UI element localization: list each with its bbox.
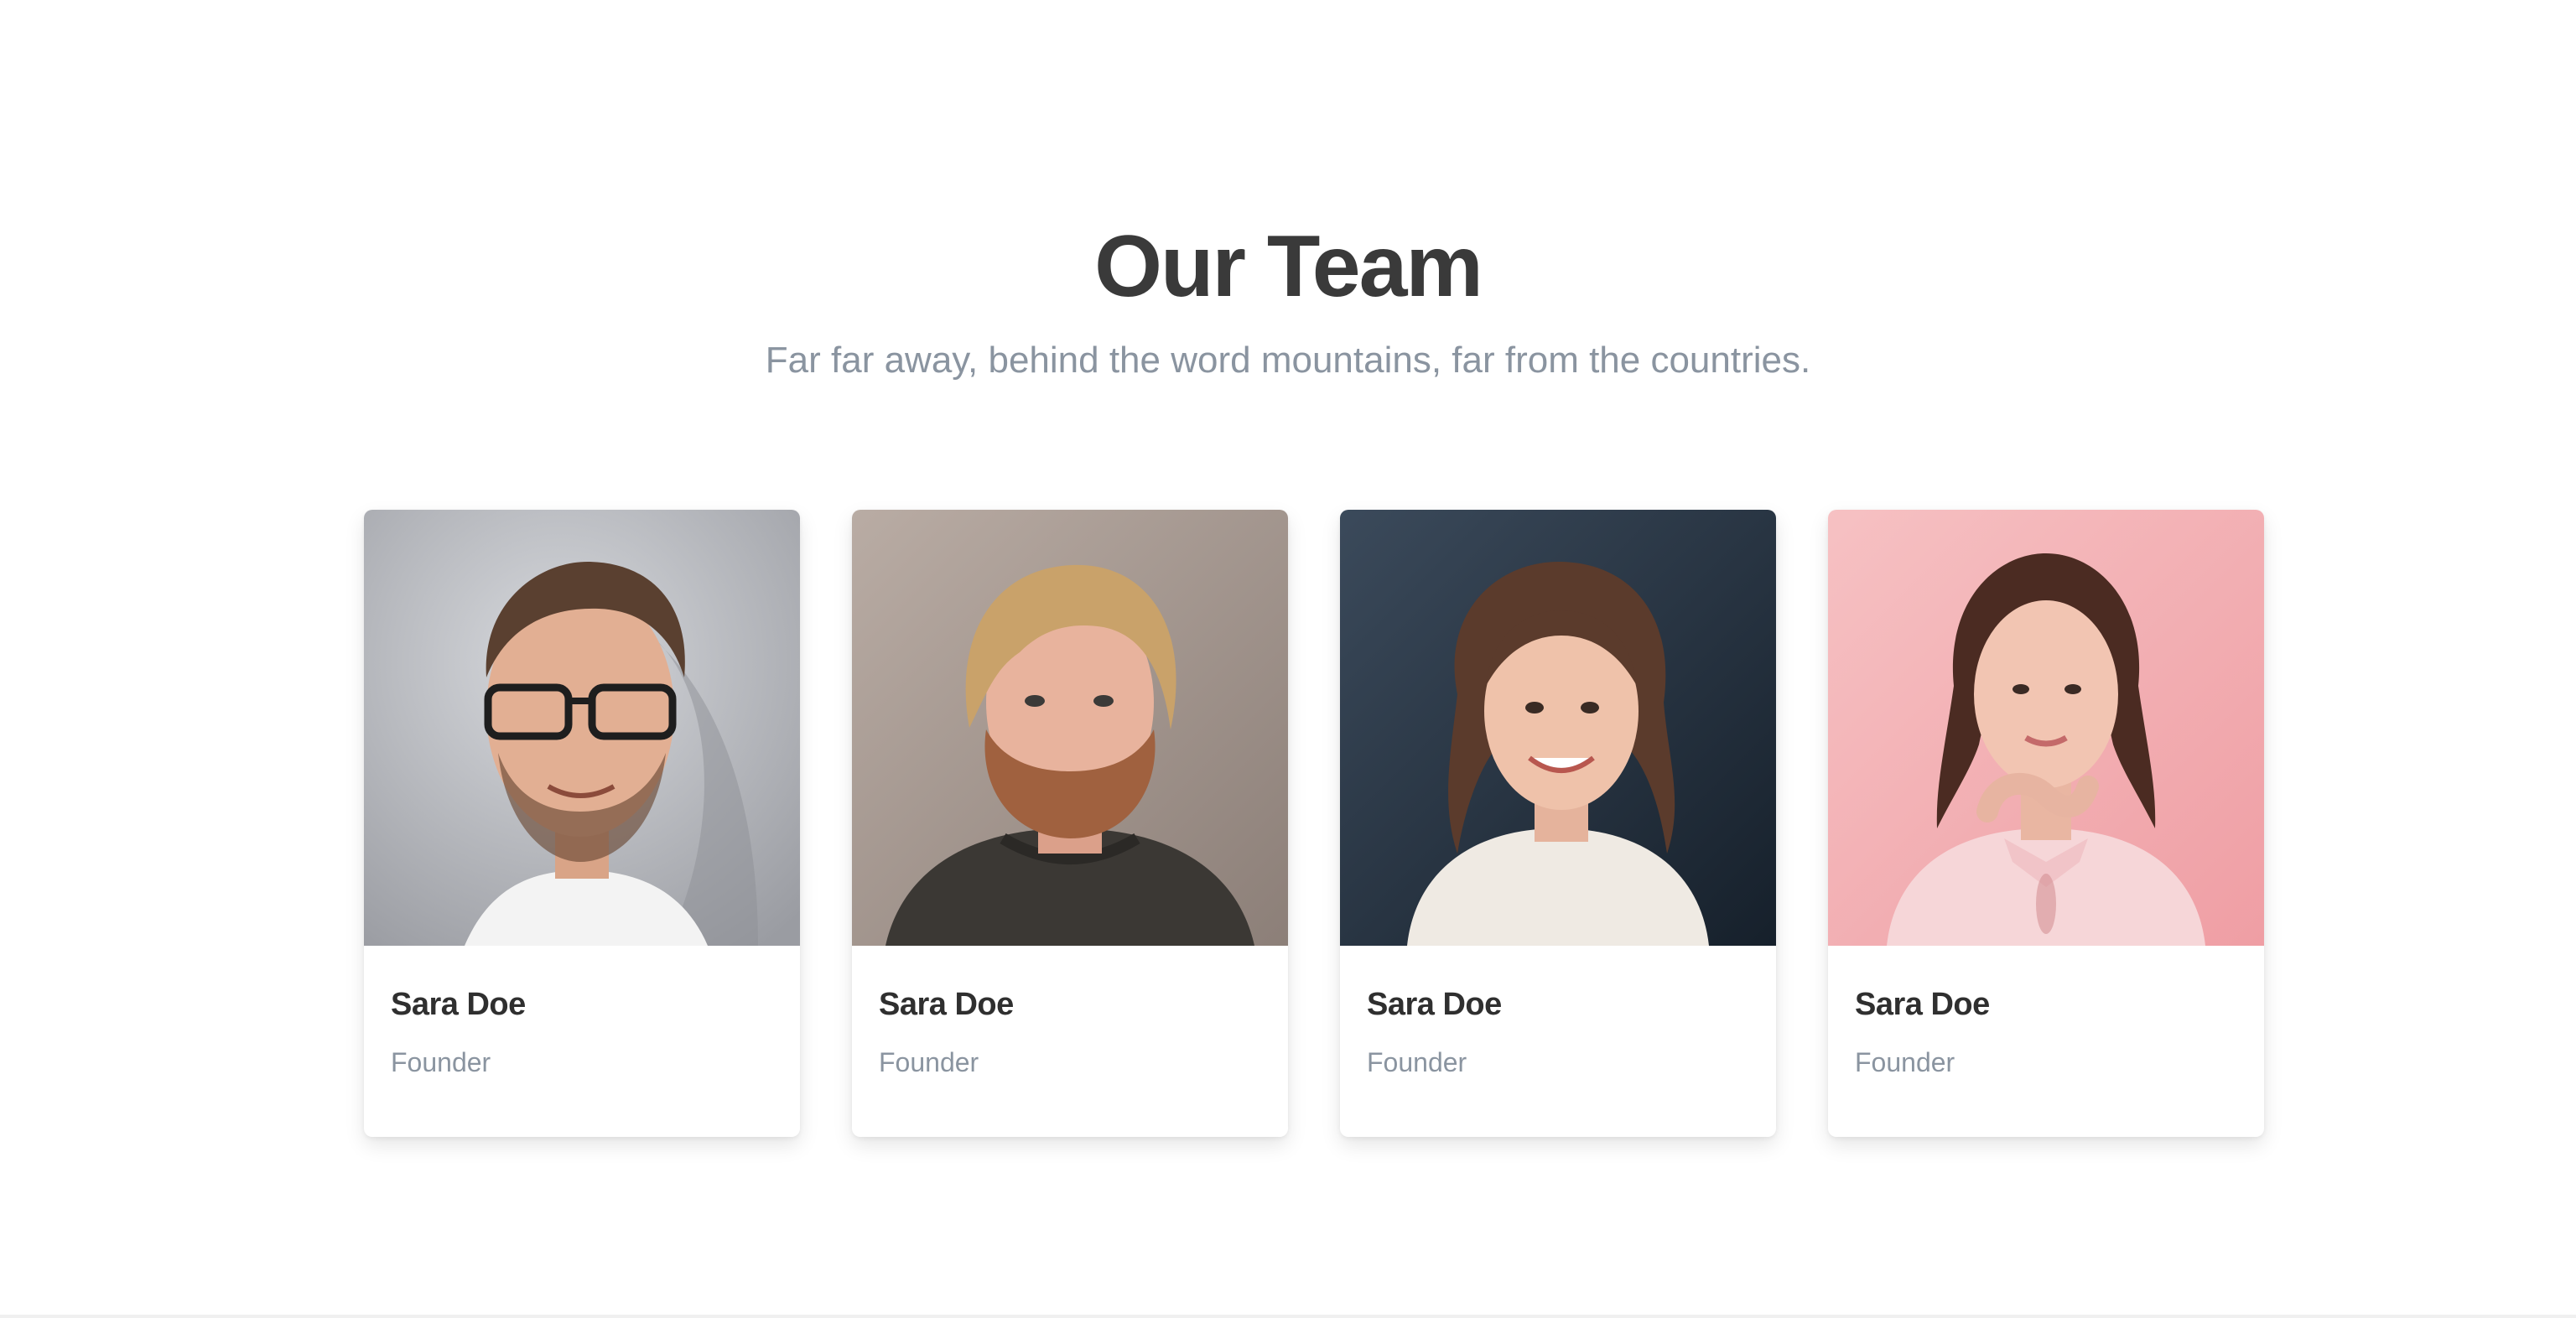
team-member-photo [852,510,1288,946]
team-cards: Sara Doe Founder Sara Doe Founder Sara D… [364,510,2266,1137]
team-member-photo [364,510,800,946]
section-subtitle: Far far away, behind the word mountains,… [765,340,1811,381]
section-divider [0,1315,2576,1318]
team-card: Sara Doe Founder [1340,510,1776,1137]
team-member-role: Founder [879,1047,979,1077]
section-title: Our Team [1094,218,1483,315]
team-member-role: Founder [1855,1047,1955,1077]
team-card: Sara Doe Founder [852,510,1288,1137]
team-member-name: Sara Doe [1855,987,1990,1022]
team-card: Sara Doe Founder [364,510,800,1137]
team-member-role: Founder [1367,1047,1467,1077]
team-member-name: Sara Doe [879,987,1014,1022]
team-member-role: Founder [391,1047,491,1077]
team-member-name: Sara Doe [1367,987,1502,1022]
team-card: Sara Doe Founder [1828,510,2264,1137]
team-member-photo [1828,510,2264,946]
team-section: Our Team Far far away, behind the word m… [0,0,2576,1318]
team-member-photo [1340,510,1776,946]
team-member-name: Sara Doe [391,987,526,1022]
